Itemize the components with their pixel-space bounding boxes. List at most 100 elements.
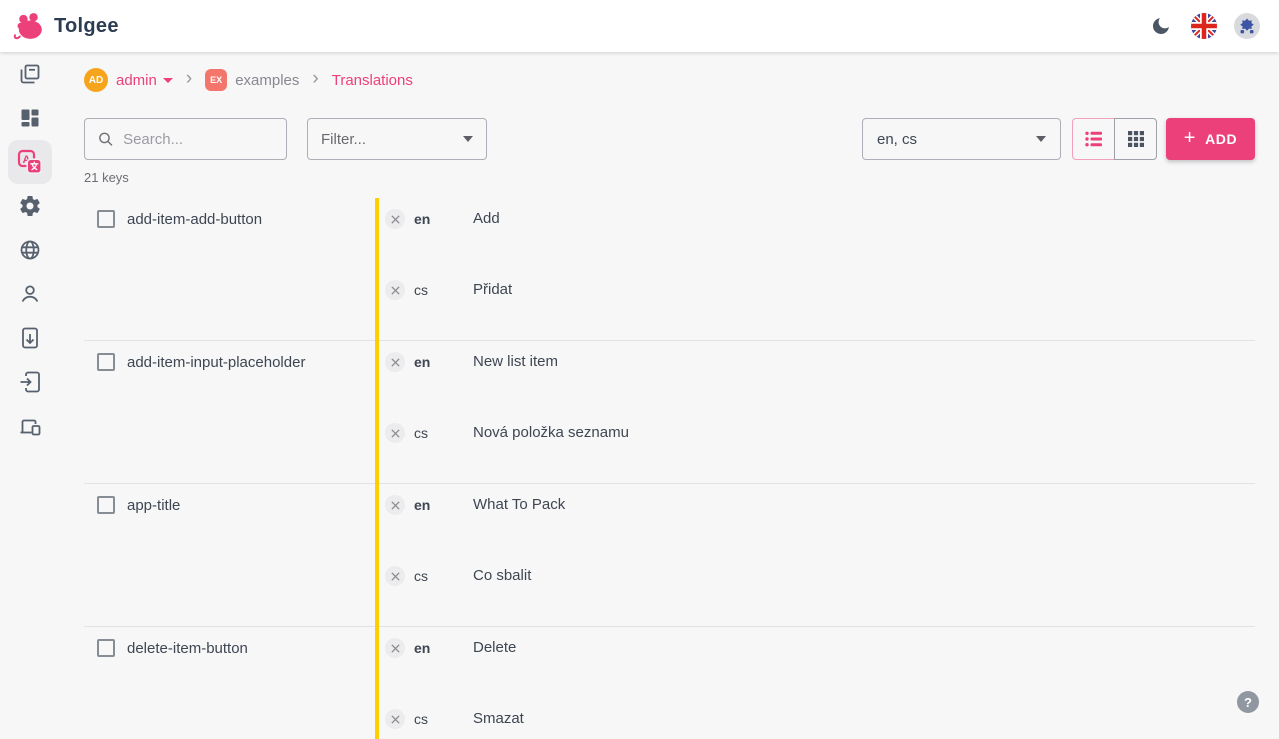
import-icon [18,370,42,394]
sidebar-item-settings[interactable] [8,184,52,228]
keys-count: 21 keys [84,170,1255,185]
key-name[interactable]: add-item-input-placeholder [127,353,305,371]
row-checkbox[interactable] [97,353,115,371]
untranslated-state-icon [385,495,405,515]
key-name[interactable]: add-item-add-button [127,210,262,228]
organization-avatar[interactable]: AD [84,68,108,92]
translation-text[interactable]: New list item [473,352,558,370]
toolbar: Filter... en, cs [84,118,1255,160]
translations-cell: en New list item cs Nová položka seznamu [375,341,1255,483]
list-view-icon [1082,127,1106,151]
translation-cell[interactable]: en Add [375,198,1255,269]
sidebar-item-translations[interactable]: A [8,140,52,184]
add-button-label: ADD [1205,131,1237,147]
sidebar-item-languages[interactable] [8,228,52,272]
language-code: en [414,352,444,370]
untranslated-state-icon [385,280,405,300]
key-cell[interactable]: add-item-input-placeholder [84,341,375,483]
translation-cell[interactable]: en Delete [375,627,1255,698]
sidebar-item-import[interactable] [8,360,52,404]
main-content: AD admin › EX examples › Translations Fi… [60,52,1279,739]
translation-text[interactable]: Smazat [473,709,524,727]
filter-placeholder: Filter... [321,131,366,148]
app-logo[interactable]: Tolgee [12,11,119,41]
translation-text[interactable]: Co sbalit [473,566,531,584]
tolgee-mouse-logo-icon [12,11,45,41]
translation-text[interactable]: What To Pack [473,495,565,513]
translation-text[interactable]: Nová položka seznamu [473,423,629,441]
breadcrumb-project[interactable]: examples [235,72,299,89]
integrate-icon [18,414,42,438]
breadcrumb-separator: › [312,69,318,91]
export-icon [18,326,42,350]
languages-select[interactable]: en, cs [862,118,1061,160]
languages-value: en, cs [877,131,917,148]
chevron-down-icon [1036,136,1046,142]
translation-cell[interactable]: cs Co sbalit [375,555,1255,626]
plus-icon: + [1184,128,1196,148]
add-key-button[interactable]: + ADD [1166,118,1255,160]
breadcrumb: AD admin › EX examples › Translations [84,64,1255,96]
sidebar: A [0,52,60,739]
translation-cell[interactable]: cs Nová položka seznamu [375,412,1255,483]
sidebar-item-integrate[interactable] [8,404,52,448]
language-code: cs [414,280,444,298]
breadcrumb-separator: › [186,69,192,91]
search-icon [97,129,114,149]
row-checkbox[interactable] [97,639,115,657]
untranslated-state-icon [385,638,405,658]
language-code: en [414,209,444,227]
translation-text[interactable]: Add [473,209,500,227]
filter-select[interactable]: Filter... [307,118,487,160]
translations-cell: en Add cs Přidat [375,198,1255,340]
table-row: add-item-add-button en Add cs Přidat [84,198,1255,341]
translation-state-bar [375,198,379,739]
languages-icon [18,238,42,262]
translation-cell[interactable]: en What To Pack [375,484,1255,555]
settings-icon [18,194,42,218]
untranslated-state-icon [385,423,405,443]
list-view-button[interactable] [1072,118,1115,160]
translation-cell[interactable]: cs Smazat [375,698,1255,739]
row-checkbox[interactable] [97,496,115,514]
translations-icon: A [17,149,43,175]
sidebar-item-members[interactable] [8,272,52,316]
breadcrumb-organization[interactable]: admin [116,72,157,89]
row-checkbox[interactable] [97,210,115,228]
table-row: add-item-input-placeholder en New list i… [84,341,1255,484]
key-cell[interactable]: app-title [84,484,375,626]
language-code: en [414,638,444,656]
translation-text[interactable]: Přidat [473,280,512,298]
key-name[interactable]: delete-item-button [127,639,248,657]
app-title: Tolgee [54,15,119,38]
user-menu-button[interactable] [1233,12,1261,40]
moon-icon [1150,15,1172,37]
translation-cell[interactable]: cs Přidat [375,269,1255,340]
theme-toggle-button[interactable] [1147,12,1175,40]
sidebar-item-projects[interactable] [8,52,52,96]
key-cell[interactable]: delete-item-button [84,627,375,739]
untranslated-state-icon [385,352,405,372]
translations-cell: en Delete cs Smazat [375,627,1255,739]
language-code: cs [414,709,444,727]
grid-view-icon [1124,127,1148,151]
key-name[interactable]: app-title [127,496,180,514]
search-input-wrapper[interactable] [84,118,287,160]
language-code: cs [414,423,444,441]
untranslated-state-icon [385,566,405,586]
language-menu-button[interactable] [1190,12,1218,40]
help-button[interactable]: ? [1237,691,1259,713]
grid-view-button[interactable] [1114,118,1157,160]
user-avatar [1234,13,1260,39]
chevron-down-icon[interactable] [163,78,173,83]
sidebar-item-export[interactable] [8,316,52,360]
sidebar-item-dashboard[interactable] [8,96,52,140]
members-icon [18,282,42,306]
projects-icon [18,62,42,86]
table-row: delete-item-button en Delete cs Smazat [84,627,1255,739]
translation-text[interactable]: Delete [473,638,516,656]
key-cell[interactable]: add-item-add-button [84,198,375,340]
project-avatar[interactable]: EX [205,69,227,91]
translation-cell[interactable]: en New list item [375,341,1255,412]
search-input[interactable] [123,131,274,148]
